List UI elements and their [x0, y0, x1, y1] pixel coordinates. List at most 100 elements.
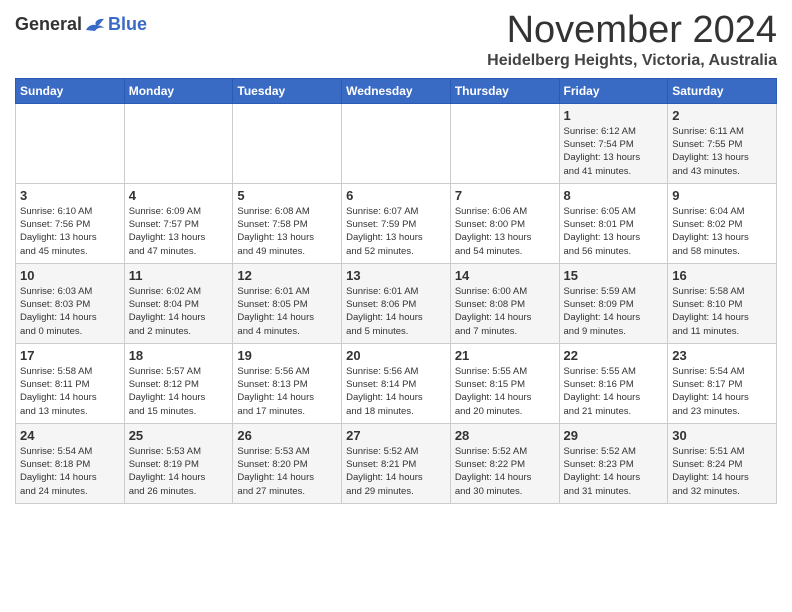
day-info: Sunrise: 6:10 AM Sunset: 7:56 PM Dayligh… [20, 205, 120, 258]
day-info: Sunrise: 5:52 AM Sunset: 8:21 PM Dayligh… [346, 445, 446, 498]
location-subtitle: Heidelberg Heights, Victoria, Australia [487, 52, 777, 70]
calendar-cell: 11 Sunrise: 6:02 AM Sunset: 8:04 PM Dayli… [124, 263, 233, 343]
day-number: 28 [455, 428, 555, 443]
calendar-header-row: SundayMondayTuesdayWednesdayThursdayFrid… [16, 78, 777, 103]
day-info: Sunrise: 5:54 AM Sunset: 8:18 PM Dayligh… [20, 445, 120, 498]
calendar-week-row: 1Sunrise: 6:12 AM Sunset: 7:54 PM Daylig… [16, 103, 777, 183]
calendar-cell: 12 Sunrise: 6:01 AM Sunset: 8:05 PM Dayli… [233, 263, 342, 343]
day-number: 27 [346, 428, 446, 443]
calendar-cell: 2 Sunrise: 6:11 AM Sunset: 7:55 PM Daylig… [668, 103, 777, 183]
calendar-cell: 7 Sunrise: 6:06 AM Sunset: 8:00 PM Daylig… [450, 183, 559, 263]
day-number: 30 [672, 428, 772, 443]
day-number: 15 [564, 268, 664, 283]
day-info: Sunrise: 5:53 AM Sunset: 8:19 PM Dayligh… [129, 445, 229, 498]
calendar-cell: 28 Sunrise: 5:52 AM Sunset: 8:22 PM Dayli… [450, 423, 559, 503]
calendar-cell: 16Sunrise: 5:58 AM Sunset: 8:10 PM Dayli… [668, 263, 777, 343]
day-info: Sunrise: 5:59 AM Sunset: 8:09 PM Dayligh… [564, 285, 664, 338]
weekday-header-friday: Friday [559, 78, 668, 103]
calendar-cell: 3 Sunrise: 6:10 AM Sunset: 7:56 PM Daylig… [16, 183, 125, 263]
day-info: Sunrise: 6:09 AM Sunset: 7:57 PM Dayligh… [129, 205, 229, 258]
day-info: Sunrise: 5:53 AM Sunset: 8:20 PM Dayligh… [237, 445, 337, 498]
day-number: 1 [564, 108, 664, 123]
day-info: Sunrise: 6:01 AM Sunset: 8:05 PM Dayligh… [237, 285, 337, 338]
weekday-header-wednesday: Wednesday [342, 78, 451, 103]
day-info: Sunrise: 5:55 AM Sunset: 8:16 PM Dayligh… [564, 365, 664, 418]
logo-bird-icon [84, 16, 106, 34]
day-number: 22 [564, 348, 664, 363]
day-number: 7 [455, 188, 555, 203]
day-number: 23 [672, 348, 772, 363]
calendar-cell: 8 Sunrise: 6:05 AM Sunset: 8:01 PM Daylig… [559, 183, 668, 263]
calendar-cell: 22 Sunrise: 5:55 AM Sunset: 8:16 PM Dayli… [559, 343, 668, 423]
calendar-week-row: 10Sunrise: 6:03 AM Sunset: 8:03 PM Dayli… [16, 263, 777, 343]
calendar-cell: 1Sunrise: 6:12 AM Sunset: 7:54 PM Daylig… [559, 103, 668, 183]
calendar-cell: 17Sunrise: 5:58 AM Sunset: 8:11 PM Dayli… [16, 343, 125, 423]
calendar-cell: 26 Sunrise: 5:53 AM Sunset: 8:20 PM Dayli… [233, 423, 342, 503]
day-info: Sunrise: 5:56 AM Sunset: 8:14 PM Dayligh… [346, 365, 446, 418]
calendar-week-row: 3 Sunrise: 6:10 AM Sunset: 7:56 PM Daylig… [16, 183, 777, 263]
calendar-cell [342, 103, 451, 183]
weekday-header-sunday: Sunday [16, 78, 125, 103]
day-number: 13 [346, 268, 446, 283]
weekday-header-tuesday: Tuesday [233, 78, 342, 103]
day-number: 11 [129, 268, 229, 283]
day-number: 25 [129, 428, 229, 443]
logo: General Blue [15, 10, 147, 35]
day-number: 2 [672, 108, 772, 123]
day-info: Sunrise: 6:01 AM Sunset: 8:06 PM Dayligh… [346, 285, 446, 338]
weekday-header-thursday: Thursday [450, 78, 559, 103]
day-info: Sunrise: 5:55 AM Sunset: 8:15 PM Dayligh… [455, 365, 555, 418]
calendar-cell: 29 Sunrise: 5:52 AM Sunset: 8:23 PM Dayli… [559, 423, 668, 503]
calendar-cell: 6 Sunrise: 6:07 AM Sunset: 7:59 PM Daylig… [342, 183, 451, 263]
day-number: 29 [564, 428, 664, 443]
calendar-cell: 20Sunrise: 5:56 AM Sunset: 8:14 PM Dayli… [342, 343, 451, 423]
day-number: 3 [20, 188, 120, 203]
calendar-cell: 10Sunrise: 6:03 AM Sunset: 8:03 PM Dayli… [16, 263, 125, 343]
day-info: Sunrise: 6:07 AM Sunset: 7:59 PM Dayligh… [346, 205, 446, 258]
calendar-week-row: 17Sunrise: 5:58 AM Sunset: 8:11 PM Dayli… [16, 343, 777, 423]
day-info: Sunrise: 6:02 AM Sunset: 8:04 PM Dayligh… [129, 285, 229, 338]
day-number: 10 [20, 268, 120, 283]
calendar-cell [16, 103, 125, 183]
calendar-cell: 27 Sunrise: 5:52 AM Sunset: 8:21 PM Dayli… [342, 423, 451, 503]
day-info: Sunrise: 6:06 AM Sunset: 8:00 PM Dayligh… [455, 205, 555, 258]
day-info: Sunrise: 5:56 AM Sunset: 8:13 PM Dayligh… [237, 365, 337, 418]
calendar-cell: 5 Sunrise: 6:08 AM Sunset: 7:58 PM Daylig… [233, 183, 342, 263]
day-info: Sunrise: 6:04 AM Sunset: 8:02 PM Dayligh… [672, 205, 772, 258]
day-info: Sunrise: 5:58 AM Sunset: 8:10 PM Dayligh… [672, 285, 772, 338]
calendar-cell [450, 103, 559, 183]
logo-blue-text: Blue [108, 14, 147, 35]
day-info: Sunrise: 5:54 AM Sunset: 8:17 PM Dayligh… [672, 365, 772, 418]
day-info: Sunrise: 6:08 AM Sunset: 7:58 PM Dayligh… [237, 205, 337, 258]
day-number: 12 [237, 268, 337, 283]
calendar-week-row: 24 Sunrise: 5:54 AM Sunset: 8:18 PM Dayli… [16, 423, 777, 503]
day-number: 14 [455, 268, 555, 283]
day-info: Sunrise: 5:57 AM Sunset: 8:12 PM Dayligh… [129, 365, 229, 418]
day-number: 26 [237, 428, 337, 443]
day-number: 18 [129, 348, 229, 363]
day-info: Sunrise: 6:05 AM Sunset: 8:01 PM Dayligh… [564, 205, 664, 258]
day-number: 5 [237, 188, 337, 203]
weekday-header-monday: Monday [124, 78, 233, 103]
calendar-cell [233, 103, 342, 183]
weekday-header-saturday: Saturday [668, 78, 777, 103]
day-number: 8 [564, 188, 664, 203]
day-number: 9 [672, 188, 772, 203]
calendar-table: SundayMondayTuesdayWednesdayThursdayFrid… [15, 78, 777, 504]
day-number: 6 [346, 188, 446, 203]
day-number: 21 [455, 348, 555, 363]
calendar-cell: 18 Sunrise: 5:57 AM Sunset: 8:12 PM Dayli… [124, 343, 233, 423]
logo-general-text: General [15, 14, 82, 35]
day-info: Sunrise: 5:52 AM Sunset: 8:23 PM Dayligh… [564, 445, 664, 498]
calendar-cell: 30 Sunrise: 5:51 AM Sunset: 8:24 PM Dayli… [668, 423, 777, 503]
calendar-cell: 9 Sunrise: 6:04 AM Sunset: 8:02 PM Daylig… [668, 183, 777, 263]
calendar-cell: 15 Sunrise: 5:59 AM Sunset: 8:09 PM Dayli… [559, 263, 668, 343]
day-number: 24 [20, 428, 120, 443]
month-title: November 2024 [487, 10, 777, 52]
day-info: Sunrise: 6:11 AM Sunset: 7:55 PM Dayligh… [672, 125, 772, 178]
day-info: Sunrise: 5:52 AM Sunset: 8:22 PM Dayligh… [455, 445, 555, 498]
calendar-cell: 23 Sunrise: 5:54 AM Sunset: 8:17 PM Dayli… [668, 343, 777, 423]
title-section: November 2024 Heidelberg Heights, Victor… [487, 10, 777, 70]
day-info: Sunrise: 5:51 AM Sunset: 8:24 PM Dayligh… [672, 445, 772, 498]
day-info: Sunrise: 5:58 AM Sunset: 8:11 PM Dayligh… [20, 365, 120, 418]
